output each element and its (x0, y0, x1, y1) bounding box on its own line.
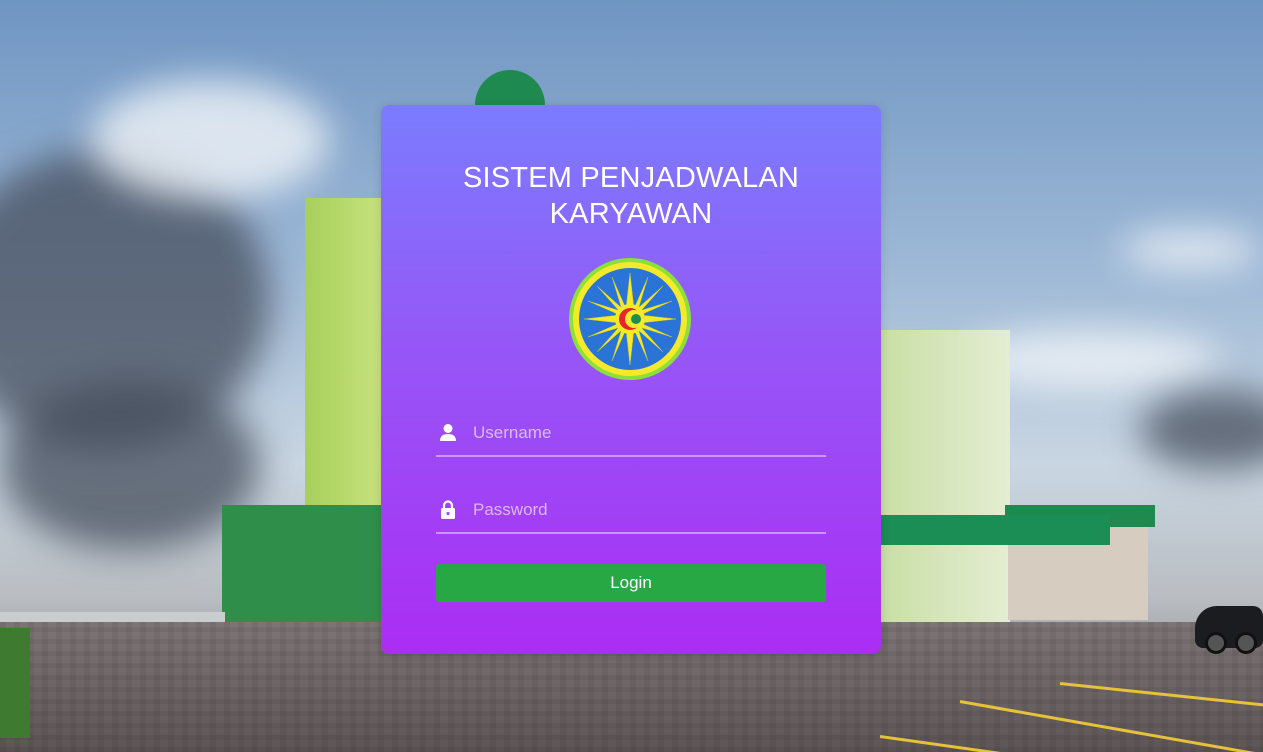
title-line-1: SISTEM PENJADWALAN (462, 162, 800, 194)
username-input[interactable] (473, 419, 813, 447)
password-input[interactable] (473, 496, 813, 524)
login-card: SISTEM PENJADWALAN KARYAWAN Username Log… (381, 105, 881, 654)
user-icon (440, 424, 456, 441)
page-title: SISTEM PENJADWALAN KARYAWAN (381, 160, 881, 232)
lock-icon (441, 500, 455, 519)
emblem-logo (569, 258, 691, 380)
username-field (436, 415, 826, 457)
login-page: SISTEM PENJADWALAN KARYAWAN Username Log… (0, 0, 1263, 752)
password-field (436, 492, 826, 534)
title-line-2: KARYAWAN (549, 198, 713, 230)
login-button[interactable]: Login (436, 564, 826, 602)
